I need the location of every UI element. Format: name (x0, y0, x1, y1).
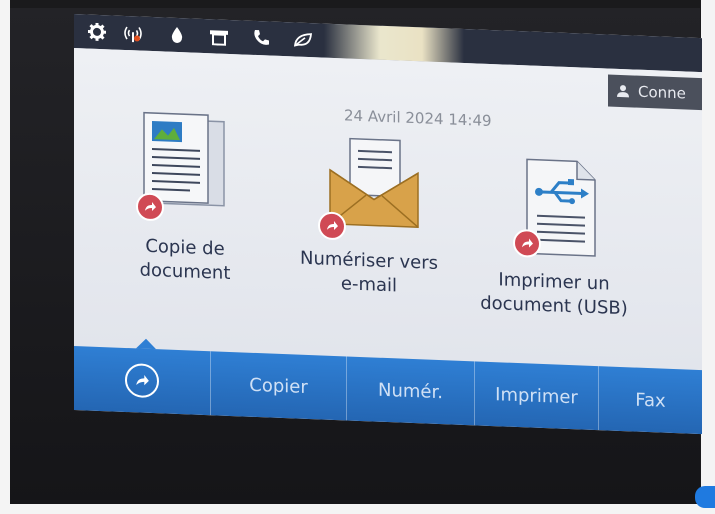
edge-indicator (695, 486, 715, 508)
phone-icon[interactable] (250, 27, 272, 50)
light-glare (324, 23, 464, 63)
eco-leaf-icon[interactable] (292, 28, 314, 51)
shortcut-badge-icon (513, 228, 541, 258)
user-icon (617, 85, 629, 98)
sign-in-label: Conne (638, 82, 686, 103)
tab-imprimer[interactable]: Imprimer (474, 361, 598, 431)
home-screen: Conne 24 Avril 2024 14:49 Copie de docum… (74, 48, 702, 371)
gear-icon[interactable] (86, 20, 108, 43)
paper-tray-icon[interactable] (208, 25, 230, 48)
printer-touchscreen: Conne 24 Avril 2024 14:49 Copie de docum… (74, 14, 702, 435)
tab-shortcuts[interactable] (74, 346, 210, 415)
photo-border-left (0, 0, 10, 514)
tile-copy-label-line2: document (139, 259, 231, 285)
photo-frame: Conne 24 Avril 2024 14:49 Copie de docum… (0, 0, 715, 514)
photo-border-bottom (0, 504, 715, 514)
tab-numeriser[interactable]: Numér. (346, 356, 474, 426)
wireless-icon[interactable] (122, 22, 144, 45)
shortcut-badge-icon (318, 211, 346, 241)
sign-in-button[interactable]: Conne (608, 74, 702, 111)
shortcut-arrow-icon (125, 362, 159, 399)
photo-border-right (701, 0, 715, 514)
ink-drop-icon[interactable] (166, 24, 188, 47)
shortcut-badge-icon (136, 192, 164, 222)
tile-copy-document[interactable]: Copie de document (110, 109, 260, 315)
date-time: 24 Avril 2024 14:49 (344, 106, 492, 131)
tab-copier[interactable]: Copier (210, 351, 346, 421)
tab-fax[interactable]: Fax (598, 366, 702, 435)
tile-scan-to-email[interactable]: Numériser vers e-mail (284, 134, 454, 341)
tile-print-usb[interactable]: Imprimer un document (USB) (469, 155, 639, 362)
